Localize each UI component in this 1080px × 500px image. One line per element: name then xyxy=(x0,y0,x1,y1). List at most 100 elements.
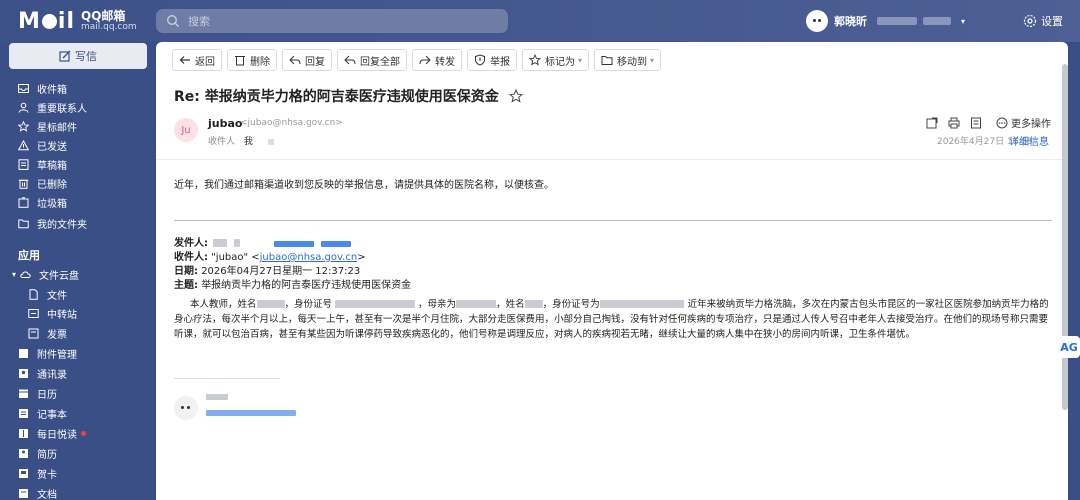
brand-name: QQ邮箱 xyxy=(81,8,126,23)
sidebar-item-spam[interactable]: 垃圾箱 xyxy=(18,193,67,211)
more-actions-button[interactable]: 更多操作 xyxy=(996,115,1051,130)
sidebar-item-label: 贺卡 xyxy=(37,469,57,481)
reply-icon xyxy=(289,55,301,65)
more-icon xyxy=(996,117,1008,128)
search-input[interactable]: 搜索 xyxy=(156,9,508,33)
sidebar-item-label: 文件 xyxy=(47,290,67,302)
star-icon[interactable] xyxy=(508,89,523,103)
avatar xyxy=(806,10,828,32)
scrollbar[interactable] xyxy=(1062,64,1068,410)
recipient-label: 收件人 xyxy=(208,137,236,147)
sidebar-item-label: 附件管理 xyxy=(37,349,77,361)
delete-label: 删除 xyxy=(250,56,270,68)
sidebar-item-label: 星标邮件 xyxy=(37,122,77,134)
subject-text: Re: 举报纳贡毕力格的阿吉泰医疗违规使用医保资金 xyxy=(174,89,499,105)
mail-body: 近年，我们通过邮箱渠道收到您反映的举报信息，请提供具体的医院名称，以便核查。 xyxy=(174,180,554,191)
forward-icon xyxy=(419,55,431,65)
user-menu[interactable]: 郭晓昕 ▾ xyxy=(806,10,965,32)
more-actions-label: 更多操作 xyxy=(1011,119,1051,130)
star-icon xyxy=(18,120,29,132)
logo[interactable]: Mil QQ邮箱 mail.qq.com xyxy=(18,9,137,34)
open-new-icon[interactable] xyxy=(926,117,938,129)
sender-avatar: Ju xyxy=(174,118,198,142)
move-to-dropdown[interactable]: 移动到 ▾ xyxy=(594,49,662,71)
star-icon xyxy=(529,54,541,66)
redacted-signature xyxy=(206,394,228,400)
redacted xyxy=(456,300,497,308)
recipient-name[interactable]: 我 xyxy=(244,137,253,147)
pen-icon xyxy=(59,50,71,62)
folder-icon xyxy=(18,219,29,228)
sidebar-item-attachments[interactable]: 附件管理 xyxy=(18,344,77,362)
sidebar-item-daily-reading[interactable]: 每日悦读 xyxy=(18,424,86,442)
brand-url: mail.qq.com xyxy=(81,21,137,32)
redacted xyxy=(234,239,241,247)
compose-button[interactable]: 写信 xyxy=(9,43,147,69)
address-book-icon xyxy=(19,368,28,378)
sidebar-item-my-folders[interactable]: 我的文件夹 xyxy=(18,214,87,232)
sidebar-item-label: 文档 xyxy=(37,489,57,500)
sidebar-item-starred[interactable]: 星标邮件 xyxy=(18,117,77,135)
sidebar-item-inbox[interactable]: 收件箱 xyxy=(18,79,67,97)
sidebar-item-sent[interactable]: 已发送 xyxy=(18,136,67,154)
sidebar-item-resume[interactable]: 简历 xyxy=(18,444,57,462)
redacted xyxy=(213,239,228,247)
gear-icon xyxy=(1023,14,1037,28)
sidebar-item-files[interactable]: 文件 xyxy=(28,285,67,303)
settings-button[interactable]: 设置 xyxy=(1023,13,1063,29)
sidebar-item-cloud-drive[interactable]: ▾ 文件云盘 xyxy=(12,265,79,283)
sidebar-item-address-book[interactable]: 通讯录 xyxy=(18,364,67,382)
reply-all-button[interactable]: 回复全部 xyxy=(337,49,407,71)
quoted-from: 发件人: xyxy=(174,234,351,249)
sidebar-item-label: 中转站 xyxy=(47,309,77,321)
sidebar-item-docs[interactable]: 文档 xyxy=(18,484,57,500)
back-button[interactable]: 返回 xyxy=(172,49,222,71)
floating-badge[interactable]: AG xyxy=(1058,336,1080,358)
redacted-email xyxy=(273,241,314,247)
chevron-down-icon: ▾ xyxy=(961,16,966,26)
sidebar-item-drafts[interactable]: 草稿箱 xyxy=(18,155,67,173)
sidebar-item-transfer[interactable]: 中转站 xyxy=(28,304,77,322)
redacted xyxy=(524,300,543,308)
trash-icon xyxy=(235,56,245,66)
reply-label: 回复 xyxy=(305,56,325,68)
file-icon xyxy=(29,288,38,300)
details-link[interactable]: 详细信息 xyxy=(1009,133,1049,148)
reply-all-label: 回复全部 xyxy=(360,56,400,68)
note-icon[interactable] xyxy=(970,117,982,129)
sidebar-item-contacts[interactable]: 重要联系人 xyxy=(18,98,87,116)
redacted xyxy=(256,300,285,308)
sidebar-item-label: 通讯录 xyxy=(37,369,67,381)
quoted-text: 本人教师，姓名 xyxy=(190,299,257,310)
sidebar-item-greeting-card[interactable]: 贺卡 xyxy=(18,464,57,482)
mail-toolbar: 返回 删除 回复 回复全部 转发 举报 标记为 ▾ 移动到 ▾ xyxy=(172,49,666,71)
sidebar-item-invoice[interactable]: 发票 xyxy=(28,324,67,342)
cloud-icon xyxy=(20,271,31,278)
sidebar-item-deleted[interactable]: 已删除 xyxy=(18,174,67,192)
sidebar-item-notes[interactable]: 记事本 xyxy=(18,404,67,422)
chevron-down-icon: ▾ xyxy=(12,269,17,279)
sender-name[interactable]: jubao xyxy=(208,117,242,130)
quoted-text: ，姓名 xyxy=(496,299,525,310)
sidebar-item-label: 日历 xyxy=(37,389,57,401)
unread-dot xyxy=(81,430,86,436)
mark-as-dropdown[interactable]: 标记为 ▾ xyxy=(522,49,590,71)
print-icon[interactable] xyxy=(948,117,960,129)
mark-as-label: 标记为 xyxy=(545,56,575,68)
redacted xyxy=(599,300,684,308)
quoted-date: 日期: 2026年04月27日星期一 12:37:23 xyxy=(174,262,360,277)
sender-email: <jubao@nhsa.gov.cn> xyxy=(240,118,343,128)
forward-button[interactable]: 转发 xyxy=(412,49,462,71)
sidebar-item-calendar[interactable]: 日历 xyxy=(18,384,57,402)
quoted-subject-value: 举报纳贡毕力格的阿吉泰医疗违规使用医保资金 xyxy=(201,280,412,291)
arrow-left-icon xyxy=(179,56,190,64)
settings-label: 设置 xyxy=(1041,15,1063,28)
reply-button[interactable]: 回复 xyxy=(282,49,332,71)
quoted-text: ，身份证号为 xyxy=(542,299,600,310)
move-to-label: 移动到 xyxy=(617,56,648,68)
sidebar-item-label: 已发送 xyxy=(37,141,67,153)
user-name: 郭晓昕 xyxy=(834,15,867,28)
report-button[interactable]: 举报 xyxy=(467,49,517,71)
quoted-text: 身份证号 xyxy=(294,299,333,310)
delete-button[interactable]: 删除 xyxy=(227,49,277,71)
